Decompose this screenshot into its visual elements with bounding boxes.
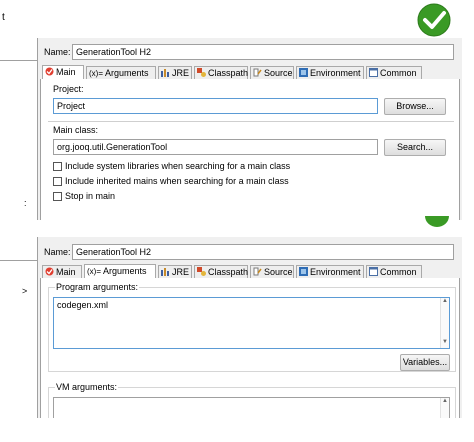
tab-jre[interactable]: JRE [158,66,192,79]
tab-common[interactable]: Common [366,66,422,79]
common-tab-icon [369,267,378,276]
name-label-2: Name: [44,247,71,257]
program-arguments-textarea[interactable]: codegen.xml ▲ ▼ [53,297,450,349]
stop-in-main-label: Stop in main [65,191,116,201]
tab-environment-2[interactable]: Environment [296,265,364,278]
project-field[interactable]: Project [53,98,378,114]
name-label: Name: [44,47,71,57]
program-arguments-scrollbar[interactable]: ▲ ▼ [440,298,449,348]
include-system-libraries-label: Include system libraries when searching … [65,161,291,171]
section-separator [48,121,454,122]
program-arguments-label: Program arguments: [55,282,140,292]
common-tab-icon [369,68,378,77]
main-class-field[interactable]: org.jooq.util.GenerationTool [53,139,378,155]
main-tab-icon [45,267,54,276]
search-button[interactable]: Search... [384,139,446,156]
arguments-tab-icon: (x)= [87,267,101,276]
vm-arguments-label: VM arguments: [55,382,119,392]
classpath-tab-icon [197,267,206,276]
tab-arguments-2[interactable]: (x)= Arguments [84,264,156,279]
environment-tab-icon [299,267,308,276]
include-inherited-mains-label: Include inherited mains when searching f… [65,176,289,186]
project-label: Project: [53,84,84,94]
jre-tab-icon [161,68,170,77]
name-field[interactable]: GenerationTool H2 [72,44,454,60]
left-pane-divider-2 [0,260,38,261]
tab-source-2[interactable]: Source [250,265,294,278]
include-system-libraries-checkbox[interactable] [53,162,62,171]
tab-classpath[interactable]: Classpath [194,66,248,79]
tab-main-2[interactable]: Main [42,265,82,278]
left-pane-divider [0,60,38,61]
left-pane-mark-2: ˃ [22,286,28,296]
main-class-label: Main class: [53,125,99,135]
vm-arguments-scrollbar[interactable]: ▲ [440,398,449,418]
main-tab-icon [45,67,54,76]
scroll-up-arrow-icon: ▲ [442,298,448,304]
stop-in-main-checkbox[interactable] [53,192,62,201]
tab-source[interactable]: Source [250,66,294,79]
vm-arguments-textarea[interactable]: ▲ [53,397,450,419]
success-check-icon-fragment [424,216,450,228]
tab-classpath-2[interactable]: Classpath [194,265,248,278]
environment-tab-icon [299,68,308,77]
left-pane-2 [0,237,38,418]
arguments-tab-icon: (x)= [89,69,103,78]
tab-common-2[interactable]: Common [366,265,422,278]
scroll-up-arrow-icon: ▲ [442,398,448,404]
left-pane-mark: : [24,198,27,208]
background-window [0,0,474,38]
bottom-fill [0,418,474,442]
source-tab-icon [253,267,262,276]
tab-jre-2[interactable]: JRE [158,265,192,278]
background-text: t [2,12,5,23]
source-tab-icon [253,68,262,77]
tab-environment[interactable]: Environment [296,66,364,79]
scroll-down-arrow-icon: ▼ [442,339,448,345]
include-inherited-mains-checkbox[interactable] [53,177,62,186]
tab-arguments[interactable]: (x)= Arguments [86,66,156,79]
variables-button[interactable]: Variables... [400,354,450,371]
browse-button[interactable]: Browse... [384,98,446,115]
success-check-icon [414,2,454,38]
jre-tab-icon [161,267,170,276]
left-pane [0,38,38,220]
program-arguments-value: codegen.xml [57,300,109,310]
tab-main[interactable]: Main [42,65,84,80]
name-field-2[interactable]: GenerationTool H2 [72,244,454,260]
classpath-tab-icon [197,68,206,77]
